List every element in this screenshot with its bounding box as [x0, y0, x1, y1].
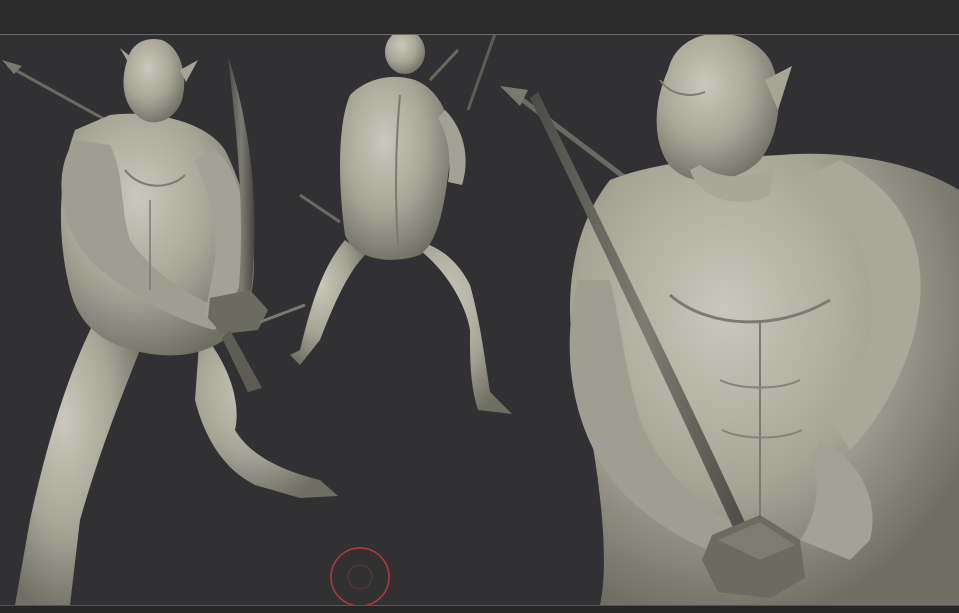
zbrush-window [0, 0, 959, 613]
sculpt-canvas[interactable] [0, 35, 959, 605]
sword-blade-back [466, 35, 497, 111]
sword-guard [208, 290, 268, 334]
head [385, 35, 425, 74]
left-leg [290, 240, 365, 365]
brush-cursor-icon [330, 547, 390, 605]
left-leg [15, 320, 140, 605]
arrow-shaft [428, 48, 460, 82]
head [656, 35, 779, 181]
bottom-shelf [0, 606, 959, 613]
arrow-shaft-2 [259, 303, 306, 324]
document-viewport[interactable] [0, 35, 959, 605]
right-leg [195, 330, 338, 498]
front-view-figure [2, 38, 338, 605]
back-view-figure [290, 35, 512, 414]
closeup-view-figure [500, 35, 959, 605]
head [123, 38, 185, 123]
right-leg [405, 240, 512, 414]
arrow-shaft-back [299, 193, 341, 224]
top-toolbar [0, 0, 959, 35]
